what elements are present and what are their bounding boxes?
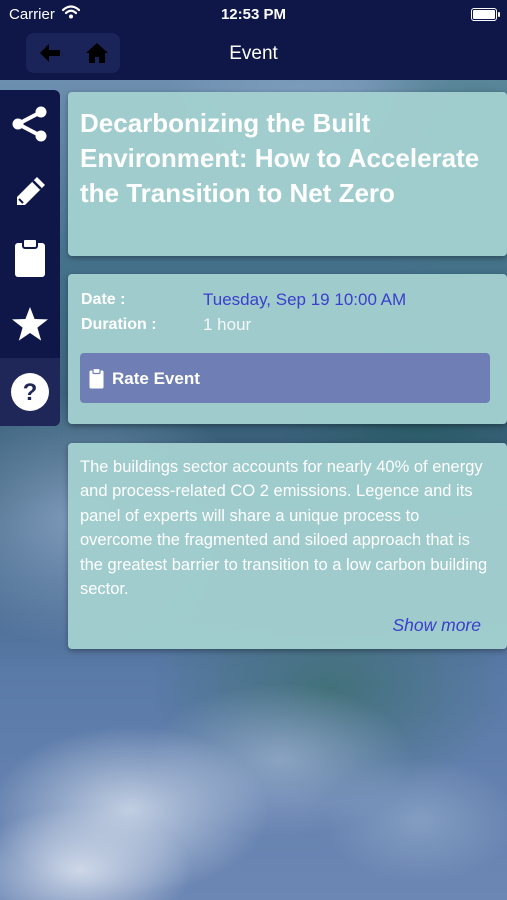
date-label: Date : (81, 291, 126, 308)
rate-event-label: Rate Event (112, 369, 200, 388)
help-icon: ? (11, 373, 49, 411)
side-menu: ? (0, 90, 60, 426)
event-title-card: Decarbonizing the Built Environment: How… (68, 92, 507, 256)
event-description-card: The buildings sector accounts for nearly… (68, 443, 507, 649)
star-icon (12, 307, 48, 341)
status-bar: Carrier 12:53 PM (0, 0, 507, 30)
status-time: 12:53 PM (220, 6, 287, 23)
rate-event-button[interactable]: Rate Event (80, 353, 490, 403)
event-info-card: Date : Tuesday, Sep 19 10:00 AM Duration… (68, 274, 507, 424)
event-title: Decarbonizing the Built Environment: How… (80, 108, 480, 208)
edit-button[interactable] (0, 158, 60, 226)
clipboard-icon (89, 368, 104, 389)
show-more-link[interactable]: Show more (392, 615, 481, 636)
duration-label: Duration : (81, 316, 157, 333)
share-icon (12, 106, 47, 142)
help-button[interactable]: ? (0, 358, 60, 426)
pencil-icon (17, 177, 45, 205)
favorite-button[interactable] (0, 290, 60, 358)
page-title: Event (229, 43, 278, 64)
clipboard-icon (15, 238, 45, 277)
event-description: The buildings sector accounts for nearly… (80, 458, 488, 599)
share-button[interactable] (0, 90, 60, 158)
date-value[interactable]: Tuesday, Sep 19 10:00 AM (203, 290, 406, 310)
navigation-bar: Event (0, 30, 507, 80)
svg-text:?: ? (23, 379, 38, 406)
battery-icon (471, 8, 500, 21)
notes-button[interactable] (0, 224, 60, 292)
duration-value: 1 hour (203, 315, 252, 334)
